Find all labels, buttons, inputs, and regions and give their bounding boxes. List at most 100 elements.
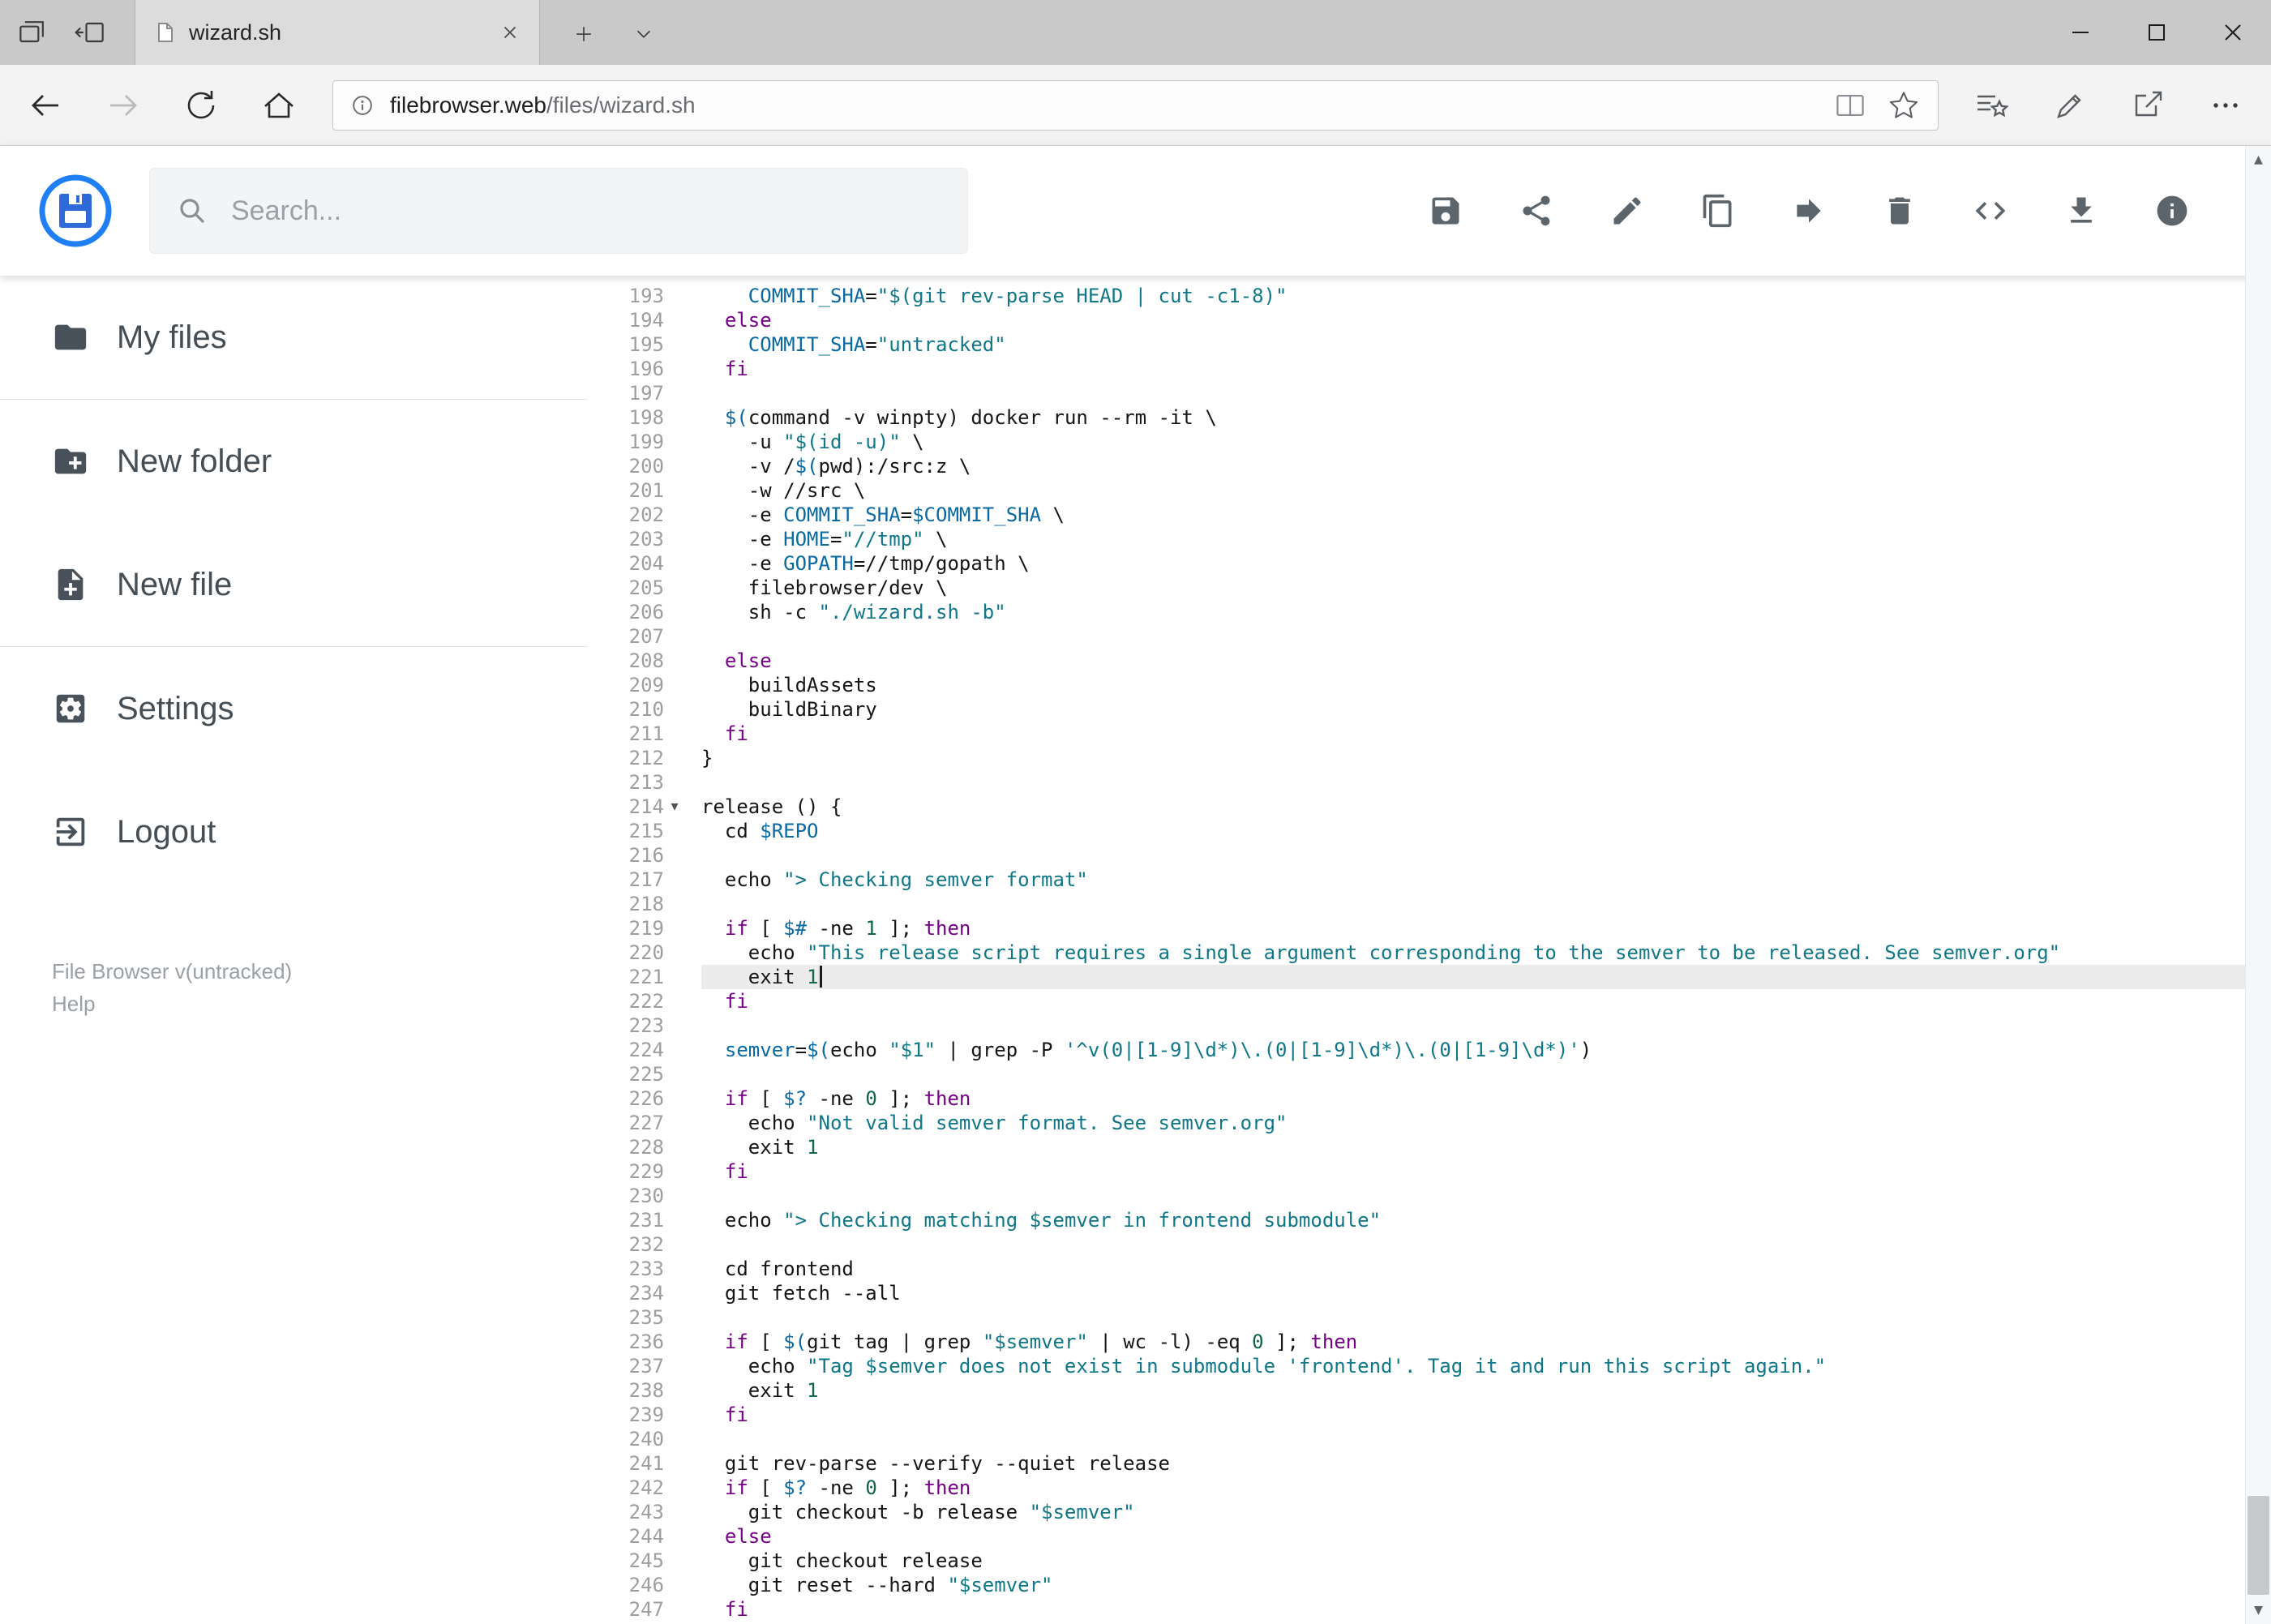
code-line[interactable]: fi [701,357,2246,381]
hub-button[interactable] [1968,81,2016,130]
code-view-button[interactable] [1971,191,2010,230]
code-line[interactable] [701,843,2246,868]
back-button[interactable] [21,81,70,130]
code-line[interactable]: git fetch --all [701,1281,2246,1305]
sidebar-item-logout[interactable]: Logout [0,770,588,893]
home-button[interactable] [255,81,303,130]
code-line[interactable]: release () { [701,795,2246,819]
sidebar-item-new-folder[interactable]: New folder [0,400,588,523]
refresh-button[interactable] [177,81,225,130]
editor-code[interactable]: COMMIT_SHA="$(git rev-parse HEAD | cut -… [685,284,2246,1624]
code-line[interactable]: else [701,649,2246,673]
code-line[interactable]: exit 1 [701,1378,2246,1403]
code-line[interactable]: git rev-parse --verify --quiet release [701,1451,2246,1476]
address-bar[interactable]: filebrowser.web/files/wizard.sh [332,79,1939,131]
code-line[interactable] [701,1184,2246,1208]
share-file-button[interactable] [1517,191,1556,230]
fold-toggle-icon[interactable]: ▾ [664,795,685,819]
help-link[interactable]: Help [52,988,588,1020]
close-tab-button[interactable] [494,16,526,49]
code-line[interactable] [701,1305,2246,1330]
code-line[interactable] [701,381,2246,405]
code-line[interactable] [701,1062,2246,1086]
code-line[interactable] [701,892,2246,916]
search-box[interactable] [149,168,968,254]
code-line[interactable]: echo "This release script requires a sin… [701,941,2246,965]
tab-list-chevron-button[interactable] [621,11,666,57]
forward-button[interactable] [99,81,148,130]
info-button[interactable] [2153,191,2192,230]
code-line[interactable]: buildBinary [701,697,2246,722]
code-line[interactable]: if [ $? -ne 0 ]; then [701,1086,2246,1111]
code-line[interactable]: git checkout -b release "$semver" [701,1500,2246,1524]
code-line[interactable]: $(command -v winpty) docker run --rm -it… [701,405,2246,430]
scroll-down-button[interactable]: ▼ [2246,1596,2271,1624]
code-line[interactable]: exit 1 [701,965,2246,989]
save-button[interactable] [1426,191,1465,230]
code-line[interactable]: git checkout release [701,1549,2246,1573]
code-line[interactable]: fi [701,1597,2246,1622]
code-line[interactable] [701,770,2246,795]
code-line[interactable]: -e HOME="//tmp" \ [701,527,2246,551]
sidebar-item-my-files[interactable]: My files [0,276,588,399]
code-line[interactable]: git reset --hard "$semver" [701,1573,2246,1597]
search-input[interactable] [229,194,959,228]
set-tabs-aside-button[interactable] [68,10,114,55]
code-line[interactable]: fi [701,1403,2246,1427]
more-menu-button[interactable] [2201,81,2250,130]
share-button[interactable] [2123,81,2172,130]
code-line[interactable]: if [ $(git tag | grep "$semver" | wc -l)… [701,1330,2246,1354]
delete-button[interactable] [1880,191,1919,230]
sidebar-item-settings[interactable]: Settings [0,647,588,770]
code-line[interactable] [701,624,2246,649]
code-line[interactable]: if [ $? -ne 0 ]; then [701,1476,2246,1500]
code-line[interactable]: sh -c "./wizard.sh -b" [701,600,2246,624]
code-line[interactable]: filebrowser/dev \ [701,576,2246,600]
favorite-star-button[interactable] [1883,84,1925,126]
code-line[interactable]: cd $REPO [701,819,2246,843]
code-line[interactable]: echo "> Checking matching $semver in fro… [701,1208,2246,1232]
reading-view-button[interactable] [1829,84,1871,126]
code-line[interactable] [701,1232,2246,1257]
code-line[interactable]: if [ $# -ne 1 ]; then [701,916,2246,941]
code-line[interactable]: exit 1 [701,1135,2246,1159]
code-line[interactable]: -v /$(pwd):/src:z \ [701,454,2246,478]
page-scrollbar[interactable]: ▲ ▼ [2245,146,2271,1624]
tab-wizard-sh[interactable]: wizard.sh [135,0,540,65]
minimize-button[interactable] [2042,0,2119,65]
sidebar-item-new-file[interactable]: New file [0,523,588,646]
annotate-pen-button[interactable] [2046,81,2094,130]
code-line[interactable] [701,1427,2246,1451]
download-button[interactable] [2062,191,2101,230]
copy-button[interactable] [1699,191,1738,230]
move-button[interactable] [1789,191,1828,230]
code-line[interactable]: -w //src \ [701,478,2246,503]
code-line[interactable]: -e COMMIT_SHA=$COMMIT_SHA \ [701,503,2246,527]
maximize-button[interactable] [2119,0,2195,65]
code-line[interactable]: -e GOPATH=//tmp/gopath \ [701,551,2246,576]
code-line[interactable]: else [701,308,2246,332]
rename-edit-button[interactable] [1608,191,1647,230]
code-line[interactable]: semver=$(echo "$1" | grep -P '^v(0|[1-9]… [701,1038,2246,1062]
code-line[interactable]: else [701,1524,2246,1549]
code-line[interactable]: fi [701,989,2246,1013]
code-editor[interactable]: 193 194 195 196 197 198 199 200 201 202 203 204 205 2… [588,276,2246,1624]
new-tab-button[interactable] [561,11,606,57]
code-line[interactable]: echo "> Checking semver format" [701,868,2246,892]
site-info-icon[interactable] [346,89,379,122]
code-line[interactable]: COMMIT_SHA="untracked" [701,332,2246,357]
code-line[interactable]: } [701,746,2246,770]
code-line[interactable]: buildAssets [701,673,2246,697]
code-line[interactable]: cd frontend [701,1257,2246,1281]
close-window-button[interactable] [2195,0,2271,65]
code-line[interactable]: fi [701,722,2246,746]
code-line[interactable]: -u "$(id -u)" \ [701,430,2246,454]
tab-preview-button[interactable] [10,10,55,55]
scroll-up-button[interactable]: ▲ [2246,146,2271,174]
code-line[interactable]: echo "Tag $semver does not exist in subm… [701,1354,2246,1378]
code-line[interactable]: COMMIT_SHA="$(git rev-parse HEAD | cut -… [701,284,2246,308]
code-line[interactable]: echo "Not valid semver format. See semve… [701,1111,2246,1135]
code-line[interactable] [701,1013,2246,1038]
code-line[interactable]: fi [701,1159,2246,1184]
scrollbar-thumb[interactable] [2247,1496,2269,1595]
